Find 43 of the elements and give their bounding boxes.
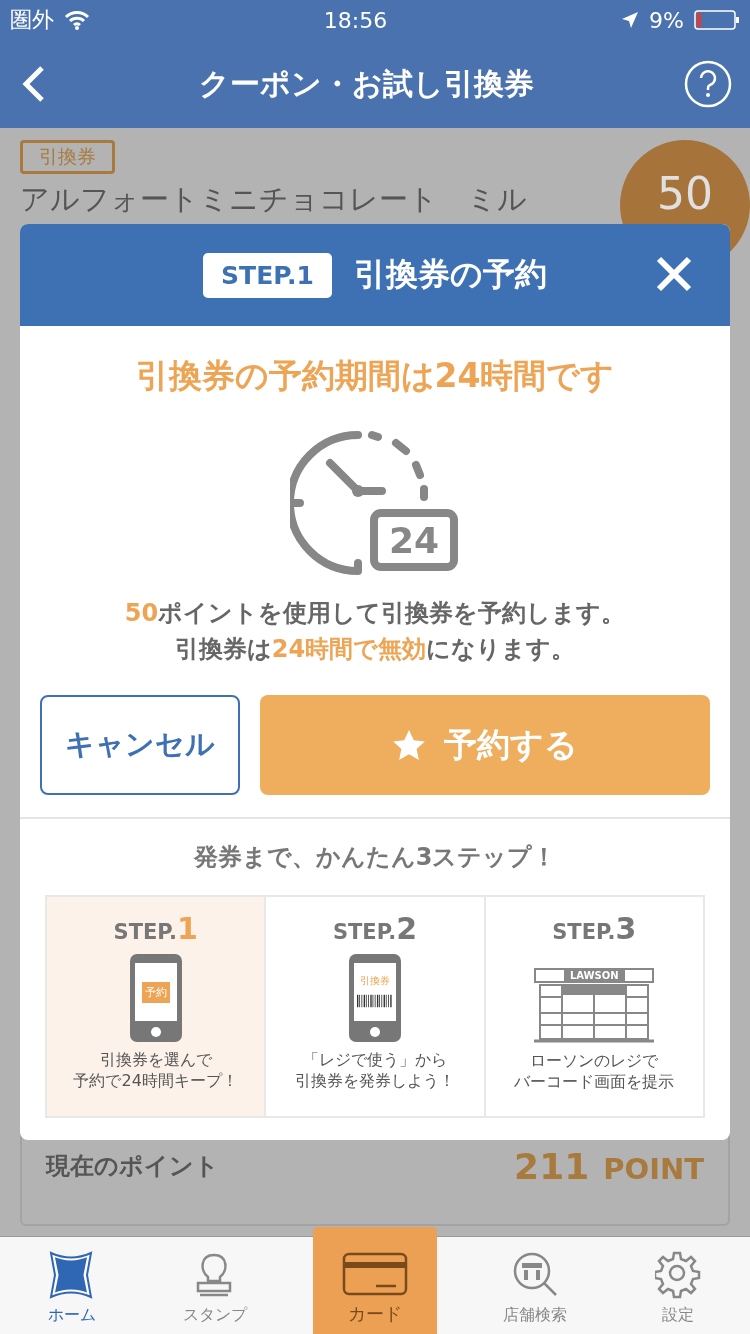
step-caption: ローソンのレジで <box>530 1051 659 1072</box>
step-caption: 予約で24時間キープ！ <box>73 1071 238 1092</box>
tab-item[interactable]: 設定 <box>606 1237 750 1334</box>
tab-item[interactable]: ホーム <box>0 1237 144 1334</box>
reserve-button[interactable]: 予約する <box>260 695 710 795</box>
step-caption: 引換券を発券しよう！ <box>295 1071 455 1092</box>
settings-icon <box>655 1251 702 1299</box>
battery-icon <box>694 10 740 30</box>
store-sign: LAWSON <box>563 970 625 981</box>
wifi-icon <box>64 10 90 30</box>
cancel-button[interactable]: キャンセル <box>40 695 240 795</box>
tab-item[interactable]: スタンプ <box>143 1237 287 1334</box>
help-button[interactable] <box>684 60 732 108</box>
step-caption: バーコード画面を提示 <box>514 1072 675 1093</box>
notice-text: 50ポイントを使用して引換券を予約します。 <box>124 598 626 629</box>
tab-item[interactable]: 店舗検索 <box>463 1237 607 1334</box>
step-caption: 引換券を選んで <box>99 1050 212 1071</box>
step-label: STEP.2 <box>332 911 418 946</box>
location-icon <box>621 11 640 29</box>
tab-item[interactable]: カード <box>313 1227 437 1334</box>
steps-heading: 発券まで、かんたん3ステップ！ <box>193 842 557 873</box>
time-text: 18:56 <box>323 7 388 33</box>
star-icon <box>392 729 426 761</box>
coupon-title: アルフォートミニチョコレート ミル <box>20 181 527 218</box>
points-unit: POINT <box>603 1151 704 1186</box>
points-value: 211 <box>514 1145 590 1187</box>
battery-text: 9% <box>649 7 684 33</box>
step-label: STEP.1 <box>113 911 198 946</box>
step-label: STEP.3 <box>552 911 637 946</box>
close-button[interactable] <box>656 256 692 292</box>
coupon-label: 引換券 <box>360 974 390 988</box>
points-label: 現在のポイント <box>46 1151 219 1182</box>
dialog-title: 引換券の予約 <box>353 254 547 295</box>
coupon-tag: 引換券 <box>20 140 115 174</box>
reserve-label: 予約 <box>141 981 170 1003</box>
barcode-icon <box>357 992 393 1010</box>
notice-text: 引換券は24時間で無効になります。 <box>174 634 576 665</box>
step-caption: 「レジで使う」から <box>303 1050 447 1071</box>
home-icon <box>48 1251 95 1299</box>
step-badge: STEP.1 <box>203 252 332 298</box>
page-title: クーポン・お試し引換券 <box>198 64 534 103</box>
carrier-text: 圏外 <box>10 6 54 34</box>
period-headline: 引換券の予約期間は24時間です <box>135 355 615 397</box>
